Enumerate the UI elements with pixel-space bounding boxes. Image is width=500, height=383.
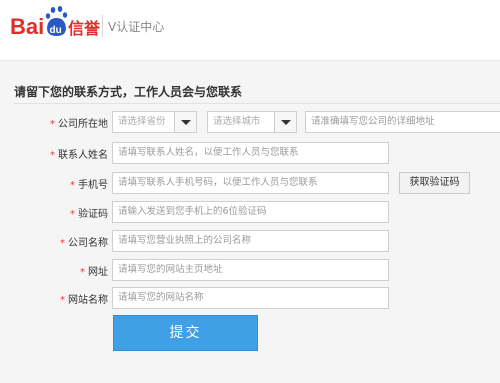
get-verification-code-button[interactable]: 获取验证码 [399, 172, 470, 194]
site-name-label: * 网站名称 [60, 295, 108, 306]
chevron-down-icon [274, 112, 296, 132]
contact-name-label: * 联系人姓名 [50, 150, 108, 161]
website-row: * 网址 请填写您的网站主页地址 [0, 259, 500, 281]
logo-word: Bai [10, 14, 44, 39]
city-select[interactable]: 请选择城市 [207, 111, 297, 133]
form-title-divider [14, 103, 500, 104]
phone-label: * 手机号 [70, 180, 108, 191]
verify-code-row: * 验证码 请输入发送到您手机上的6位验证码 [0, 201, 500, 223]
address-input[interactable]: 请准确填写您公司的详细地址 [305, 111, 500, 133]
province-select-value: 请选择省份 [118, 116, 166, 127]
verify-code-input[interactable]: 请输入发送到您手机上的6位验证码 [112, 201, 389, 223]
province-select[interactable]: 请选择省份 [112, 111, 197, 133]
header-divider [102, 15, 103, 37]
submit-button[interactable]: 提交 [113, 315, 258, 351]
website-input[interactable]: 请填写您的网站主页地址 [112, 259, 389, 281]
baidu-logo[interactable]: Bai du 信誉 [10, 6, 102, 46]
verify-code-label: * 验证码 [70, 209, 108, 220]
website-label: * 网址 [80, 267, 108, 278]
city-select-value: 请选择城市 [213, 116, 261, 127]
required-mark: * [60, 295, 65, 306]
page-header: Bai du 信誉 V认证中心 [0, 0, 500, 55]
company-name-input[interactable]: 请填写您营业执照上的公司名称 [112, 230, 389, 252]
phone-row: * 手机号 请填写联系人手机号码，以便工作人员与您联系 获取验证码 [0, 172, 500, 194]
required-mark: * [50, 150, 55, 161]
company-location-row: * 公司所在地 请选择省份 请选择城市 请准确填写您公司的详细地址 [0, 111, 500, 133]
required-mark: * [80, 267, 85, 278]
company-name-row: * 公司名称 请填写您营业执照上的公司名称 [0, 230, 500, 252]
contact-form-panel: 请留下您的联系方式，工作人员会与您联系 * 公司所在地 请选择省份 请选择城市 请… [0, 60, 500, 383]
required-mark: * [70, 180, 75, 191]
logo-suffix: 信誉 [68, 19, 101, 38]
required-mark: * [50, 119, 55, 130]
contact-name-row: * 联系人姓名 请填写联系人姓名，以便工作人员与您联系 [0, 142, 500, 164]
company-location-label: * 公司所在地 [50, 119, 108, 130]
required-mark: * [70, 209, 75, 220]
contact-name-input[interactable]: 请填写联系人姓名，以便工作人员与您联系 [112, 142, 389, 164]
site-name-input[interactable]: 请填写您的网站名称 [112, 287, 389, 309]
logo-badge: du [50, 25, 62, 36]
chevron-down-icon [174, 112, 196, 132]
company-name-label: * 公司名称 [60, 238, 108, 249]
form-title: 请留下您的联系方式，工作人员会与您联系 [14, 85, 243, 99]
site-name-row: * 网站名称 请填写您的网站名称 [0, 287, 500, 309]
required-mark: * [60, 238, 65, 249]
phone-input[interactable]: 请填写联系人手机号码，以便工作人员与您联系 [112, 172, 389, 194]
page-subtitle: V认证中心 [108, 20, 165, 34]
